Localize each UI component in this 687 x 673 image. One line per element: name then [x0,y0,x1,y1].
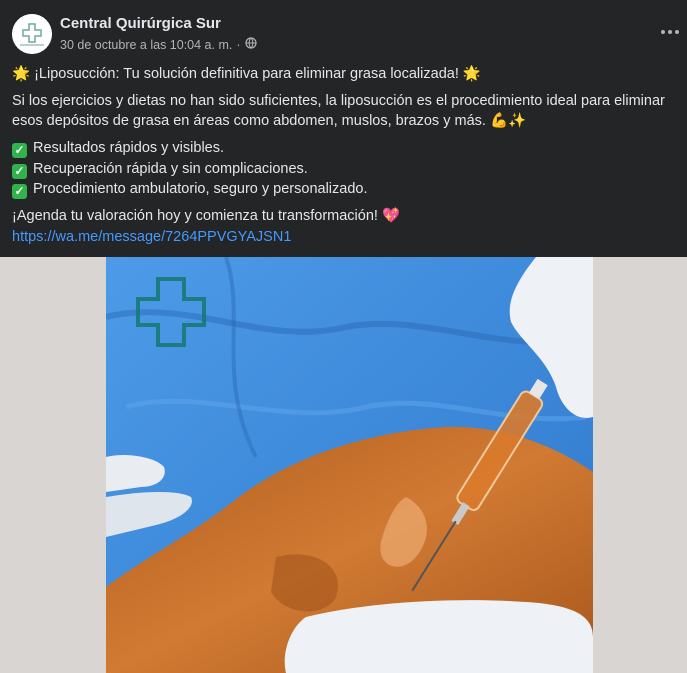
whatsapp-link[interactable]: https://wa.me/message/7264PPVGYAJSN1 [12,227,291,247]
sun-emoji-right: 🌟 [462,66,481,82]
bullet-text: Resultados rápidos y visibles. [33,140,225,156]
bullet-text: Procedimiento ambulatorio, seguro y pers… [33,181,368,197]
post-header: Central Quirúrgica Sur 30 de octubre a l… [0,0,687,60]
post-title-text: ¡Liposucción: Tu solución definitiva par… [30,66,463,82]
call-to-action: ¡Agenda tu valoración hoy y comienza tu … [12,206,400,226]
more-options-icon[interactable] [652,18,687,46]
check-icon: ✓ [12,184,27,199]
check-icon: ✓ [12,164,27,179]
post-timestamp[interactable]: 30 de octubre a las 10:04 a. m. [60,38,232,52]
paragraph-line-2-text: esos depósitos de grasa en áreas como ab… [12,113,486,129]
check-icon: ✓ [12,143,27,158]
meta-separator: · [236,37,241,52]
bullet-text: Recuperación rápida y sin complicaciones… [33,161,308,177]
post-meta: 30 de octubre a las 10:04 a. m. · [60,37,257,52]
heart-emoji: 💖 [381,208,401,224]
paragraph-line-1: Si los ejercicios y dietas no han sido s… [12,93,665,109]
bullet-item: ✓ Resultados rápidos y visibles. [12,138,224,158]
cta-text: ¡Agenda tu valoración hoy y comienza tu … [12,208,378,224]
post-media-area [0,257,687,673]
paragraph-line-2: esos depósitos de grasa en áreas como ab… [12,111,526,131]
globe-icon [244,37,257,52]
sun-emoji-left: 🌟 [12,66,31,82]
bullet-item: ✓ Procedimiento ambulatorio, seguro y per… [12,179,368,199]
post-photo[interactable] [106,257,593,673]
bullet-item: ✓ Recuperación rápida y sin complicacione… [12,159,308,179]
page-avatar[interactable] [12,14,52,54]
muscle-sparkle-emoji: 💪✨ [489,113,527,129]
post-title: 🌟 ¡Liposucción: Tu solución definitiva p… [12,64,481,84]
page-name[interactable]: Central Quirúrgica Sur [60,15,221,32]
